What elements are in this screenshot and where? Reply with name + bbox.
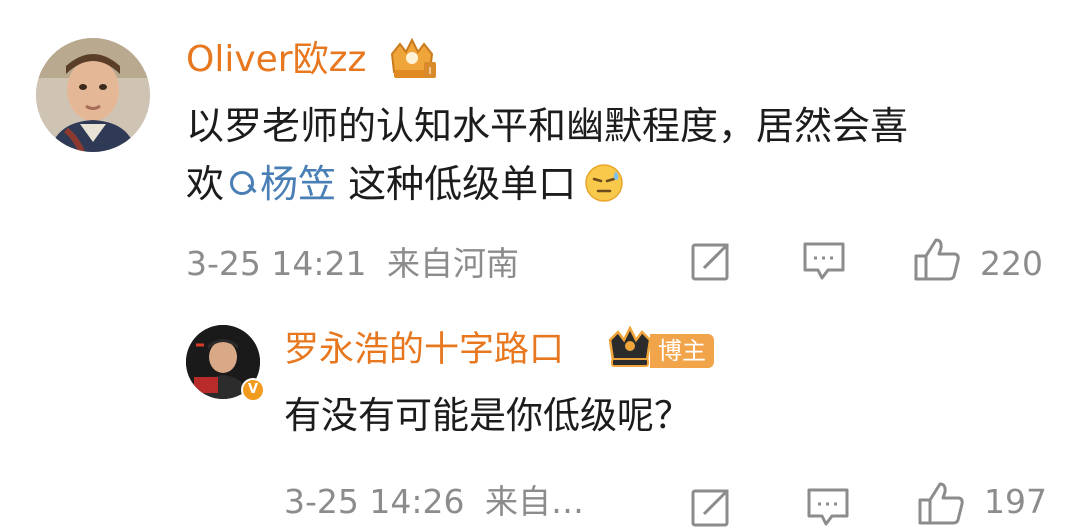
comment-text-line-2: 欢杨笠 这种低级单口 <box>186 155 624 213</box>
topic-link[interactable]: 杨笠 <box>260 162 336 206</box>
comment-meta: 3-25 14:21 来自河南 <box>186 244 519 284</box>
reply-meta: 3-25 14:26 来自… <box>284 482 584 522</box>
comment-timestamp: 3-25 14:21 <box>186 244 367 283</box>
search-icon <box>230 170 256 197</box>
crown-badge-icon <box>608 326 652 367</box>
comment-text-prefix: 欢 <box>186 162 225 206</box>
like-count: 220 <box>980 244 1043 283</box>
share-icon[interactable] <box>690 486 732 528</box>
reply-timestamp: 3-25 14:26 <box>284 482 465 521</box>
blogger-role-tag: 博主 <box>650 334 714 368</box>
comment-icon[interactable] <box>802 240 846 282</box>
comment-thread: Oliver欧zz I 以罗老师的认知水平和幽默程度，居然会喜 欢杨笠 这种低级… <box>0 0 1080 532</box>
reply-username[interactable]: 罗永浩的十字路口 <box>284 328 564 372</box>
comment-username[interactable]: Oliver欧zz <box>186 38 366 82</box>
share-icon[interactable] <box>690 240 732 282</box>
reply-like-count: 197 <box>984 482 1047 521</box>
svg-text:I: I <box>429 66 432 77</box>
thumbs-up-icon[interactable] <box>916 480 966 526</box>
verified-badge: V <box>241 378 265 402</box>
reply-text: 有没有可能是你低级呢？ <box>284 394 691 437</box>
thumbs-up-icon[interactable] <box>912 236 962 282</box>
sweat-face-emoji <box>585 163 623 202</box>
comment-text-line-1: 以罗老师的认知水平和幽默程度，居然会喜 <box>186 104 909 148</box>
user-avatar[interactable] <box>36 38 150 152</box>
comment-text-suffix: 这种低级单口 <box>336 162 577 206</box>
comment-location: 来自河南 <box>387 244 519 283</box>
avatar-portrait-image <box>36 38 150 152</box>
comment-icon[interactable] <box>806 486 850 528</box>
crown-badge-icon: I <box>390 37 436 78</box>
reply-location: 来自… <box>485 482 584 521</box>
